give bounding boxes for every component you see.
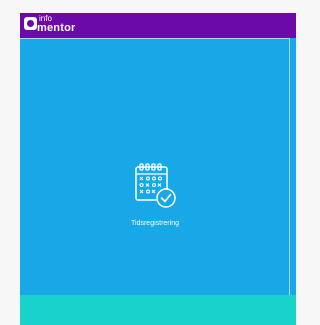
- infomentor-logo[interactable]: info mentor: [24, 15, 99, 36]
- tile-bottom-partial[interactable]: [20, 295, 296, 325]
- app-header: info mentor: [20, 13, 296, 38]
- tile-right-partial[interactable]: [290, 38, 296, 295]
- tile-label: Tidsregistrering: [131, 220, 179, 227]
- calendar-check-icon: [135, 163, 176, 208]
- logo-mark-icon: [24, 17, 37, 30]
- app-frame: info mentor Tidsregistrering: [20, 13, 296, 325]
- tile-tidsregistrering[interactable]: Tidsregistrering: [20, 38, 290, 295]
- logo-text-mentor: mentor: [37, 22, 76, 34]
